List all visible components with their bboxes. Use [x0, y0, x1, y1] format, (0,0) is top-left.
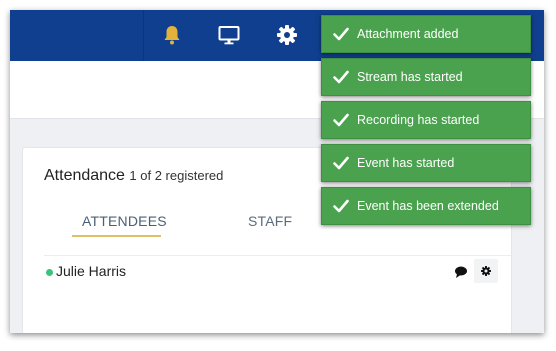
- checkmark-icon: [333, 156, 349, 170]
- attendance-title: Attendance: [44, 167, 125, 184]
- attendee-settings-button[interactable]: [474, 259, 498, 283]
- toast-notification[interactable]: Recording has started: [321, 101, 531, 139]
- tab-attendees[interactable]: ATTENDEES: [82, 213, 167, 229]
- toast-notification[interactable]: Event has been extended: [321, 187, 531, 225]
- topbar-divider: [143, 10, 144, 61]
- toast-notification[interactable]: Attachment added: [321, 15, 531, 53]
- checkmark-icon: [333, 27, 349, 41]
- bell-icon[interactable]: [160, 23, 184, 47]
- toast-notification[interactable]: Event has started: [321, 144, 531, 182]
- chat-bubble-icon[interactable]: [454, 265, 468, 279]
- online-status-dot: [46, 269, 53, 276]
- active-tab-indicator: [72, 235, 161, 237]
- toast-message: Attachment added: [357, 27, 459, 41]
- attendee-row[interactable]: Julie Harris: [44, 256, 511, 291]
- checkmark-icon: [333, 70, 349, 84]
- checkmark-icon: [333, 113, 349, 127]
- attendee-name: Julie Harris: [56, 263, 127, 279]
- gear-icon[interactable]: [275, 23, 299, 47]
- toast-message: Recording has started: [357, 113, 480, 127]
- toast-message: Event has been extended: [357, 199, 499, 213]
- gear-icon: [481, 266, 491, 276]
- monitor-icon[interactable]: [217, 23, 241, 47]
- toast-message: Event has started: [357, 156, 455, 170]
- toast-message: Stream has started: [357, 70, 463, 84]
- registered-count: 1 of 2 registered: [129, 168, 224, 183]
- app-window: Attendance 1 of 2 registered ATTENDEES S…: [10, 10, 544, 333]
- toast-notification[interactable]: Stream has started: [321, 58, 531, 96]
- checkmark-icon: [333, 199, 349, 213]
- attendance-heading: Attendance 1 of 2 registered: [44, 167, 223, 185]
- tab-staff[interactable]: STAFF: [248, 213, 292, 229]
